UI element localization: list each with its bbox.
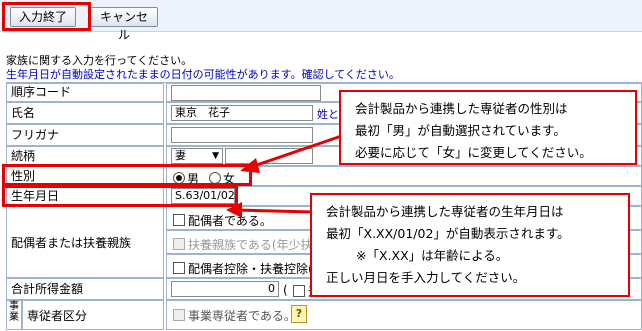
birth-callout-line4: 正しい月日を手入力してください。 bbox=[326, 270, 526, 285]
birth-callout-line2: 最初「X.XX/01/02」が自動表示されます。 bbox=[326, 226, 570, 241]
birth-callout-line3: ※「X.XX」は年齢による。 bbox=[356, 248, 509, 263]
gender-callout-line2: 最初「男」が自動選択されています。 bbox=[355, 123, 566, 138]
gender-callout: 会計製品から連携した専従者の性別は 最初「男」が自動選択されています。 必要に応… bbox=[339, 90, 637, 165]
birth-callout: 会計製品から連携した専従者の生年月日は 最初「X.XX/01/02」が自動表示さ… bbox=[310, 193, 630, 297]
birth-callout-line1: 会計製品から連携した専従者の生年月日は bbox=[326, 204, 564, 219]
gender-arrowhead bbox=[240, 158, 260, 173]
gender-callout-line1: 会計製品から連携した専従者の性別は bbox=[355, 101, 568, 116]
gender-callout-line3: 必要に応じて「女」に変更してください。 bbox=[355, 145, 592, 160]
birth-arrow-line bbox=[235, 208, 313, 214]
birth-arrowhead bbox=[226, 202, 242, 218]
